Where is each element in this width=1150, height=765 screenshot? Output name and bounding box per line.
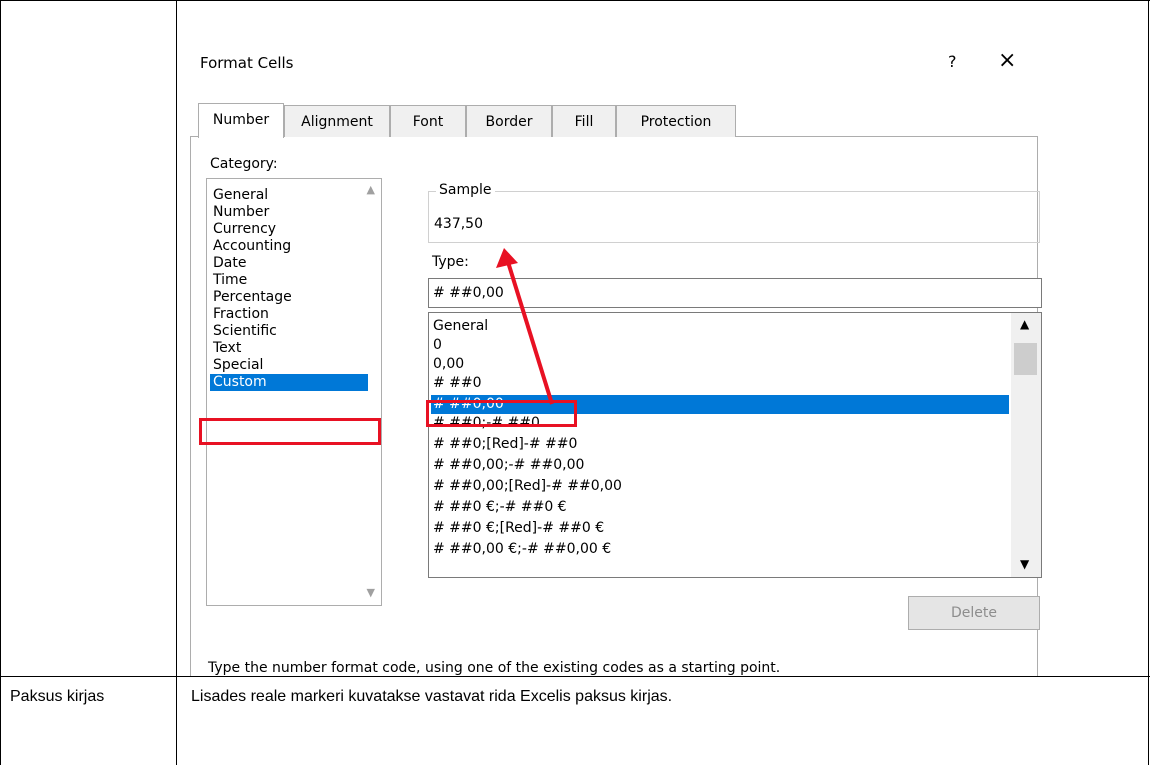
row-label: Paksus kirjas — [10, 688, 105, 705]
table-row-divider — [0, 676, 1150, 677]
annotation-arrow — [496, 248, 554, 405]
table-border-left — [0, 0, 1, 765]
tab-number[interactable]: Number — [198, 103, 284, 138]
table-column-divider — [176, 0, 177, 765]
row-description: Lisades reale markeri kuvatakse vastavat… — [191, 688, 673, 705]
table-border-top — [0, 0, 1150, 1]
format-cells-dialog: Format Cells ? × Number Alignment Font B… — [178, 36, 1148, 676]
table-border-right — [1148, 0, 1149, 765]
